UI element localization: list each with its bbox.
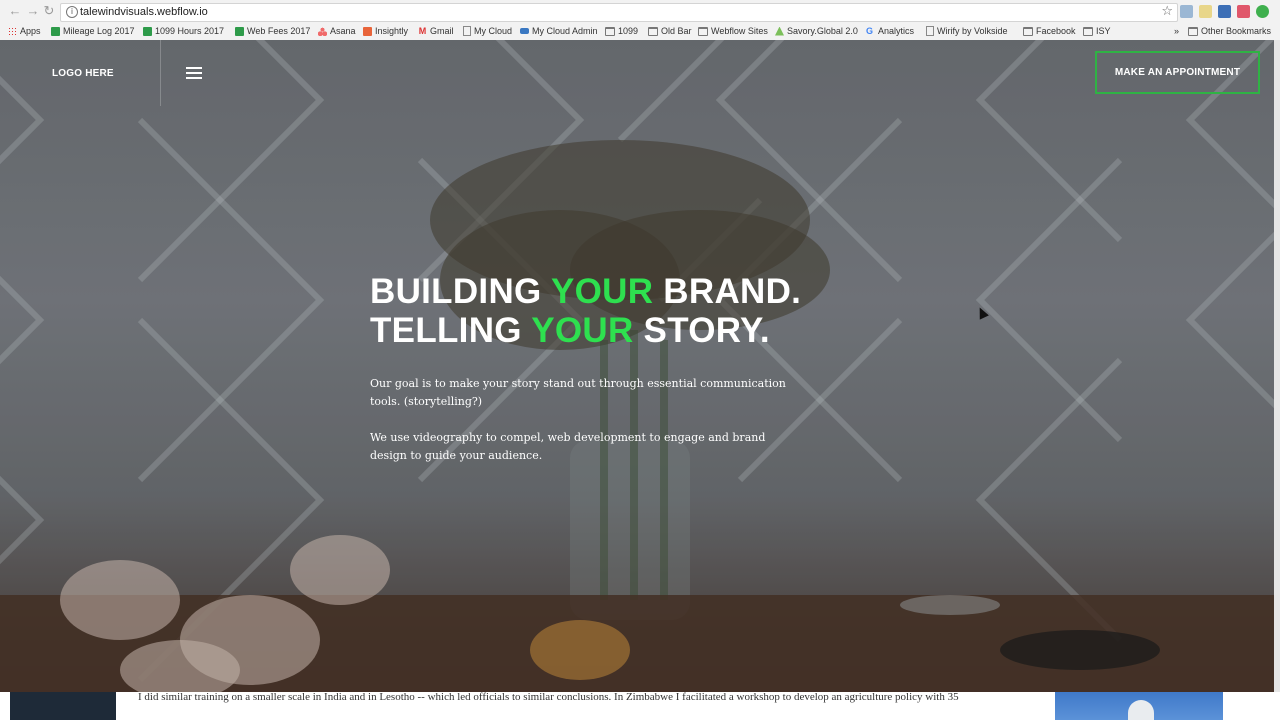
folder-icon	[1023, 26, 1033, 36]
sheets-icon	[143, 26, 152, 36]
bookmark-web-fees[interactable]: Web Fees 2017	[235, 24, 310, 38]
reload-icon[interactable]: ↻	[42, 4, 56, 18]
headline-text: BRAND.	[653, 272, 802, 311]
bookmark-label: Other Bookmarks	[1201, 26, 1272, 36]
folder-icon	[698, 26, 708, 36]
bookmark-label: Web Fees 2017	[247, 26, 311, 36]
bookmark-1099-hours[interactable]: 1099 Hours 2017	[143, 24, 224, 38]
bookmark-insightly[interactable]: Insightly	[363, 24, 408, 38]
headline-highlight: YOUR	[531, 311, 634, 350]
hero-overlay	[0, 40, 1274, 692]
bookmark-1099[interactable]: 1099	[605, 24, 638, 38]
bookmark-label: Facebook	[1036, 26, 1076, 36]
bookmark-old-bar[interactable]: Old Bar	[648, 24, 692, 38]
make-appointment-button[interactable]: MAKE AN APPOINTMENT	[1095, 51, 1260, 94]
bookmark-mileage[interactable]: Mileage Log 2017	[51, 24, 135, 38]
back-icon[interactable]: ←	[8, 4, 22, 18]
menu-icon[interactable]	[186, 66, 202, 80]
background-window: I did similar training on a smaller scal…	[0, 691, 1280, 720]
bookmarks-overflow-icon[interactable]: »	[1174, 24, 1179, 38]
capitol-dome-image	[1128, 700, 1154, 720]
site-header: LOGO HERE MAKE AN APPOINTMENT	[0, 40, 1274, 106]
folder-icon	[1188, 26, 1198, 36]
bookmark-label: Apps	[20, 26, 41, 36]
bookmark-asana[interactable]: Asana	[318, 24, 356, 38]
bookmark-label: Asana	[330, 26, 356, 36]
bookmark-wirify[interactable]: Wirify by Volkside	[926, 24, 1008, 38]
bookmark-apps[interactable]: Apps	[8, 24, 41, 38]
bookmark-label: Savory.Global 2.0	[787, 26, 858, 36]
bookmark-webflow-sites[interactable]: Webflow Sites	[698, 24, 768, 38]
url-text: talewindvisuals.webflow.io	[80, 6, 208, 18]
bookmarks-bar: Apps Mileage Log 2017 1099 Hours 2017 We…	[0, 23, 1280, 39]
headline-highlight: YOUR	[550, 272, 654, 311]
headline-text: STORY.	[633, 311, 770, 350]
folder-icon	[1083, 26, 1093, 36]
bookmark-star-icon[interactable]: ☆	[1161, 4, 1173, 19]
bookmark-label: 1099 Hours 2017	[155, 26, 225, 36]
bookmark-label: Wirify by Volkside	[937, 26, 1008, 36]
extension-icon[interactable]	[1180, 5, 1193, 18]
background-article-text: I did similar training on a smaller scal…	[138, 691, 959, 703]
bookmark-label: Gmail	[430, 26, 454, 36]
bookmark-analytics[interactable]: G Analytics	[866, 24, 914, 38]
background-sidebar	[10, 692, 116, 720]
bookmark-my-cloud-admin[interactable]: My Cloud Admin	[520, 24, 598, 38]
bookmark-facebook[interactable]: Facebook	[1023, 24, 1076, 38]
google-icon: G	[866, 25, 874, 36]
bookmark-my-cloud[interactable]: My Cloud	[463, 24, 512, 38]
bookmark-label: Mileage Log 2017	[63, 26, 135, 36]
asana-icon	[318, 26, 327, 36]
extension-icon[interactable]	[1199, 5, 1212, 18]
bookmark-label: My Cloud Admin	[532, 26, 598, 36]
extension-icon[interactable]	[1256, 5, 1269, 18]
extension-icon[interactable]	[1237, 5, 1250, 18]
sheets-icon	[235, 26, 244, 36]
headline-text: BUILDING	[370, 272, 551, 311]
bookmark-label: Old Bar	[661, 26, 692, 36]
cloud-icon	[520, 28, 529, 34]
headline-text: TELLING	[370, 311, 532, 350]
folder-icon	[605, 26, 615, 36]
savory-icon	[775, 26, 784, 36]
bookmark-other[interactable]: Other Bookmarks	[1188, 24, 1271, 38]
site-logo[interactable]: LOGO HERE	[52, 68, 114, 79]
insightly-icon	[363, 26, 372, 36]
bookmark-gmail[interactable]: M Gmail	[418, 24, 454, 38]
forward-icon[interactable]: →	[26, 4, 40, 18]
apps-grid-icon	[8, 26, 17, 36]
bookmark-savory[interactable]: Savory.Global 2.0	[775, 24, 858, 38]
bookmark-label: 1099	[618, 26, 639, 36]
extension-icon[interactable]	[1218, 5, 1231, 18]
bookmark-label: My Cloud	[474, 26, 513, 36]
gmail-icon: M	[418, 25, 427, 36]
page-icon	[926, 26, 934, 36]
bookmark-isy[interactable]: ISY	[1083, 24, 1111, 38]
bookmark-label: Analytics	[878, 26, 915, 36]
page-icon	[463, 26, 471, 36]
header-divider	[160, 40, 161, 106]
hero-headline: BUILDING YOUR BRAND. TELLING YOUR STORY.	[370, 272, 801, 350]
address-bar[interactable]: i talewindvisuals.webflow.io ☆	[60, 3, 1178, 22]
headline-line-1: BUILDING YOUR BRAND.	[370, 272, 801, 311]
page-viewport: LOGO HERE MAKE AN APPOINTMENT BUILDING Y…	[0, 40, 1274, 692]
bookmark-label: ISY	[1096, 26, 1111, 36]
folder-icon	[648, 26, 658, 36]
bookmark-label: Webflow Sites	[711, 26, 768, 36]
headline-line-2: TELLING YOUR STORY.	[370, 311, 801, 350]
bookmark-label: Insightly	[375, 26, 409, 36]
info-icon[interactable]: i	[66, 6, 78, 18]
browser-chrome: ← → ↻ i talewindvisuals.webflow.io ☆ App…	[0, 0, 1280, 41]
hero-paragraph-goal: Our goal is to make your story stand out…	[370, 377, 786, 408]
sheets-icon	[51, 26, 60, 36]
window-edge	[1274, 40, 1280, 692]
hero-paragraph-services: We use videography to compel, web develo…	[370, 431, 766, 462]
